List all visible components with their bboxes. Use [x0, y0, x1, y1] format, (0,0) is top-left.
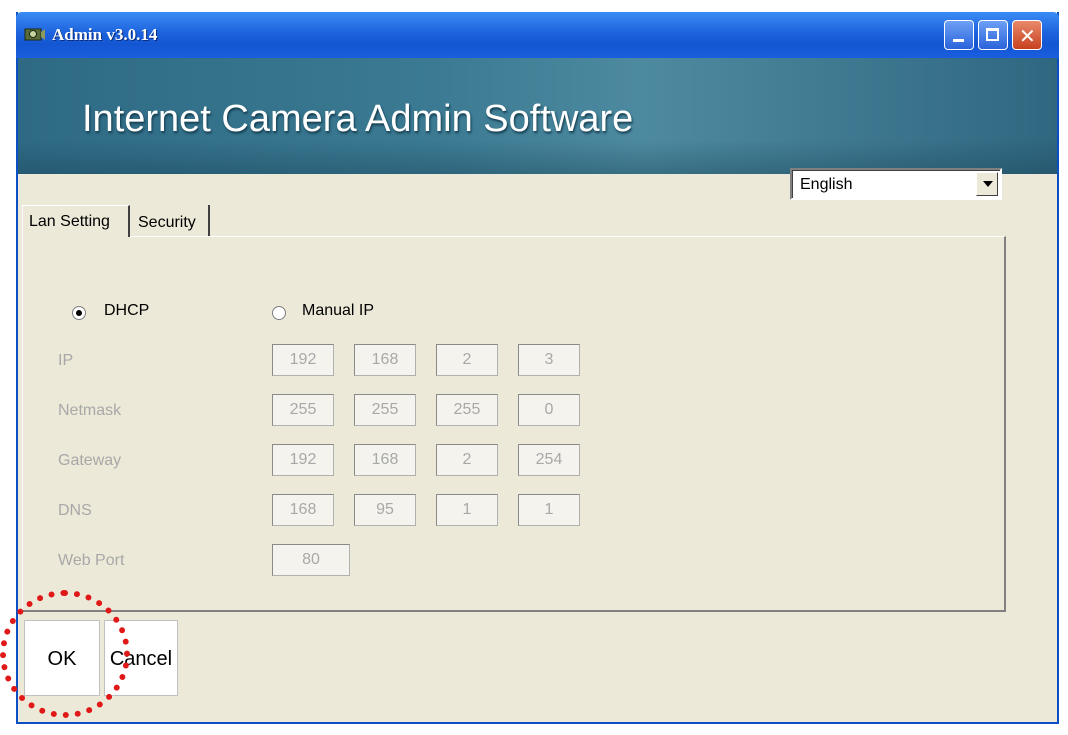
- netmask-octet-4[interactable]: 0: [518, 394, 580, 426]
- tab-security[interactable]: Security: [136, 205, 210, 237]
- dns-octet-3[interactable]: 1: [436, 494, 498, 526]
- dns-octet-2[interactable]: 95: [354, 494, 416, 526]
- netmask-octet-2[interactable]: 255: [354, 394, 416, 426]
- ok-button[interactable]: OK: [24, 620, 100, 696]
- header-banner: Internet Camera Admin Software: [18, 58, 1057, 174]
- manual-ip-label: Manual IP: [302, 302, 375, 319]
- minimize-icon: [953, 39, 964, 42]
- web-port-label: Web Port: [58, 552, 125, 569]
- gateway-label: Gateway: [58, 452, 122, 469]
- close-button[interactable]: ✕: [1012, 20, 1042, 50]
- gateway-octet-2[interactable]: 168: [354, 444, 416, 476]
- tab-security-label: Security: [138, 214, 196, 231]
- web-port-input[interactable]: 80: [272, 544, 350, 576]
- dns-octet-1[interactable]: 168: [272, 494, 334, 526]
- gateway-octet-1[interactable]: 192: [272, 444, 334, 476]
- tab-lan-setting[interactable]: Lan Setting: [22, 205, 130, 237]
- dhcp-radio[interactable]: [72, 306, 86, 320]
- banner-title: Internet Camera Admin Software: [82, 98, 634, 140]
- language-select[interactable]: English: [790, 168, 1002, 200]
- camera-app-icon: [24, 28, 45, 41]
- tab-lan-setting-label: Lan Setting: [29, 213, 110, 230]
- manual-ip-radio[interactable]: [272, 306, 286, 320]
- ip-octet-2[interactable]: 168: [354, 344, 416, 376]
- dns-label: DNS: [58, 502, 92, 519]
- close-icon: ✕: [1019, 24, 1036, 48]
- window-title: Admin v3.0.14: [52, 25, 158, 44]
- chevron-down-icon[interactable]: [976, 172, 998, 196]
- netmask-label: Netmask: [58, 402, 122, 419]
- title-bar[interactable]: Admin v3.0.14 ✕: [16, 12, 1059, 58]
- dns-octet-4[interactable]: 1: [518, 494, 580, 526]
- gateway-octet-4[interactable]: 254: [518, 444, 580, 476]
- netmask-octet-1[interactable]: 255: [272, 394, 334, 426]
- language-selected-value: English: [800, 176, 853, 193]
- ip-octet-1[interactable]: 192: [272, 344, 334, 376]
- cancel-button[interactable]: Cancel: [104, 620, 178, 696]
- maximize-icon: [986, 28, 999, 41]
- maximize-button[interactable]: [978, 20, 1008, 50]
- ip-octet-4[interactable]: 3: [518, 344, 580, 376]
- ip-octet-3[interactable]: 2: [436, 344, 498, 376]
- netmask-octet-3[interactable]: 255: [436, 394, 498, 426]
- dhcp-label: DHCP: [104, 302, 150, 319]
- gateway-octet-3[interactable]: 2: [436, 444, 498, 476]
- lan-settings-panel: [22, 236, 1006, 612]
- minimize-button[interactable]: [944, 20, 974, 50]
- ip-label: IP: [58, 352, 74, 369]
